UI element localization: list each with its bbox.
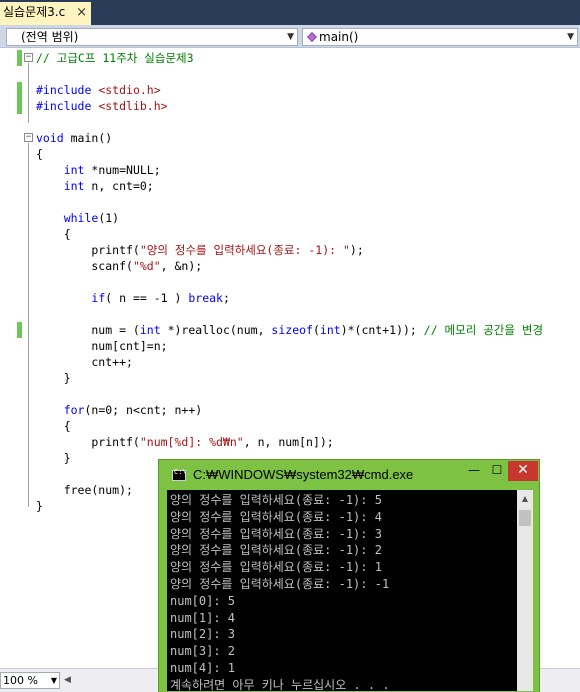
console-line: num[0]: 5 [170, 593, 236, 608]
code-line[interactable]: printf("num[%d]: %d₩n", n, num[n]); [36, 434, 333, 450]
editor-gutter: − − [0, 48, 36, 668]
code-line[interactable]: } [36, 370, 71, 386]
code-line[interactable]: { [36, 146, 43, 162]
console-title: C:₩WINDOWS₩system32₩cmd.exe [193, 467, 414, 482]
console-line: num[1]: 4 [170, 610, 236, 625]
scroll-left-icon[interactable]: ◀ [64, 675, 71, 685]
change-marker [17, 50, 22, 66]
scope-dropdown[interactable]: (전역 범위) ▼ [6, 28, 298, 46]
close-icon[interactable]: × [76, 2, 87, 23]
maximize-icon[interactable]: ☐ [486, 461, 508, 481]
member-value: main() [319, 30, 359, 44]
console-line: num[4]: 1 [170, 661, 236, 675]
console-line: 양의 정수를 입력하세요(종료: -1): 4 [170, 509, 382, 524]
code-line[interactable]: int n, cnt=0; [36, 178, 154, 194]
code-line[interactable]: cnt++; [36, 354, 133, 370]
code-line[interactable]: printf("양의 정수를 입력하세요(종료: -1): "); [36, 242, 363, 258]
code-line[interactable]: void main() [36, 130, 112, 146]
tab-source-file[interactable]: 실습문제3.c × [0, 2, 91, 25]
code-line[interactable]: num = (int *)realloc(num, sizeof(int)*(c… [36, 322, 543, 338]
code-line[interactable]: if( n == -1 ) break; [36, 290, 230, 306]
console-titlebar[interactable]: C:\ C:₩WINDOWS₩system32₩cmd.exe — ☐ ✕ [159, 460, 539, 490]
console-output[interactable]: 양의 정수를 입력하세요(종료: -1): 5 양의 정수를 입력하세요(종료: … [167, 490, 517, 691]
fold-guide [28, 63, 29, 123]
code-line[interactable]: } [36, 450, 71, 466]
console-line: 양의 정수를 입력하세요(종료: -1): 3 [170, 526, 382, 541]
tab-title: 실습문제3.c [3, 5, 66, 19]
document-tab-strip: 실습문제3.c × [0, 0, 580, 25]
code-line[interactable]: scanf("%d", &n); [36, 258, 202, 274]
code-line[interactable]: #include <stdio.h> [36, 82, 161, 98]
code-line[interactable]: { [36, 418, 71, 434]
fold-toggle-icon[interactable]: − [24, 133, 33, 142]
console-line: 양의 정수를 입력하세요(종료: -1): 1 [170, 560, 382, 575]
console-line: 양의 정수를 입력하세요(종료: -1): 2 [170, 543, 382, 558]
console-line: num[3]: 2 [170, 644, 236, 659]
change-marker [17, 82, 22, 114]
console-window[interactable]: C:\ C:₩WINDOWS₩system32₩cmd.exe — ☐ ✕ 양의… [158, 459, 540, 692]
member-dropdown[interactable]: main() ▼ [302, 28, 578, 46]
dropdown-arrow-icon: ▼ [567, 32, 574, 42]
zoom-dropdown[interactable]: 100 % ▼ [0, 672, 60, 689]
console-line: 양의 정수를 입력하세요(종료: -1): -1 [170, 577, 390, 591]
window-close-icon[interactable]: ✕ [508, 461, 538, 481]
fold-guide [28, 143, 29, 507]
code-line[interactable]: while(1) [36, 210, 119, 226]
dropdown-arrow-icon: ▼ [287, 32, 294, 42]
console-line: num[2]: 3 [170, 627, 236, 642]
code-line[interactable]: num[cnt]=n; [36, 338, 167, 354]
cmd-icon: C:\ [172, 468, 187, 481]
function-icon [307, 32, 317, 42]
console-line: 계속하려면 아무 키나 누르십시오 . . . [170, 677, 390, 691]
code-line[interactable]: int *num=NULL; [36, 162, 161, 178]
fold-toggle-icon[interactable]: − [24, 53, 33, 62]
console-line: 양의 정수를 입력하세요(종료: -1): 5 [170, 493, 382, 507]
scroll-up-icon[interactable]: ▲ [517, 490, 533, 507]
code-line[interactable]: #include <stdlib.h> [36, 98, 168, 114]
minimize-icon[interactable]: — [462, 461, 486, 481]
change-marker [17, 322, 22, 338]
zoom-value: 100 % [3, 674, 38, 687]
console-scrollbar[interactable]: ▲ [517, 490, 533, 691]
dropdown-arrow-icon: ▼ [50, 676, 57, 685]
code-line[interactable]: // 고급C프 11주차 실습문제3 [36, 50, 194, 66]
code-line[interactable]: for(n=0; n<cnt; n++) [36, 402, 202, 418]
code-line[interactable]: { [36, 226, 71, 242]
navigation-bar: (전역 범위) ▼ main() ▼ [0, 25, 580, 48]
scroll-thumb[interactable] [519, 510, 531, 526]
code-line[interactable]: } [36, 498, 43, 514]
scope-value: (전역 범위) [21, 30, 79, 44]
code-line[interactable]: free(num); [36, 482, 133, 498]
